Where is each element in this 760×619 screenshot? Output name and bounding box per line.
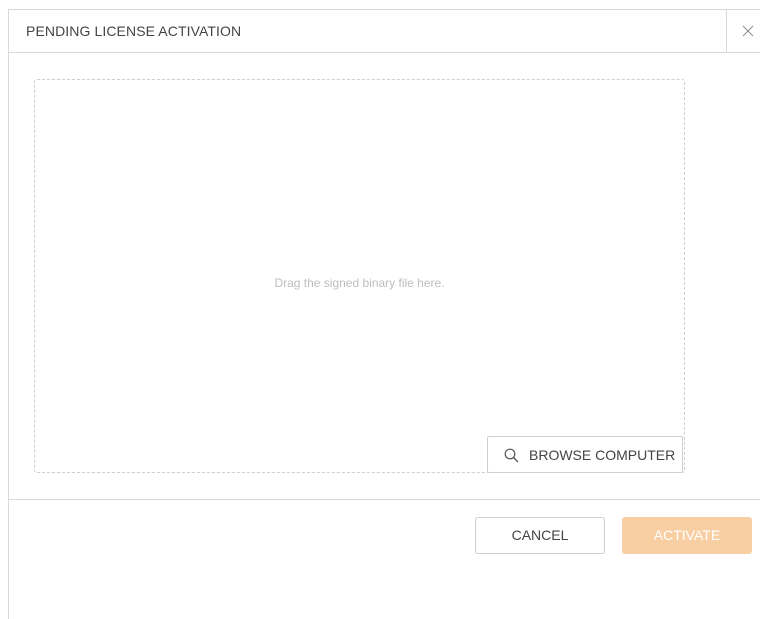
file-dropzone[interactable]: Drag the signed binary file here. BROWSE… (34, 79, 685, 473)
dropzone-hint: Drag the signed binary file here. (274, 276, 445, 290)
footer-divider (9, 499, 760, 500)
search-icon (504, 448, 519, 463)
close-button[interactable] (726, 10, 760, 52)
browse-computer-label: BROWSE COMPUTER (529, 447, 676, 463)
dialog-title: PENDING LICENSE ACTIVATION (26, 23, 242, 39)
license-activation-dialog: PENDING LICENSE ACTIVATION Drag the sign… (8, 9, 760, 619)
close-icon (742, 25, 754, 37)
activate-button[interactable]: ACTIVATE (622, 517, 752, 554)
cancel-button[interactable]: CANCEL (475, 517, 605, 554)
dialog-header: PENDING LICENSE ACTIVATION (9, 10, 760, 53)
browse-computer-button[interactable]: BROWSE COMPUTER (487, 436, 683, 473)
